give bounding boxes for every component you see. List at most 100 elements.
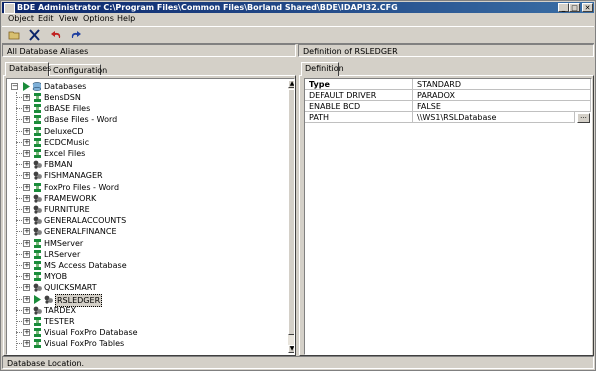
tree-item-label: dBASE Files — [44, 104, 91, 114]
menu-options[interactable]: Options — [83, 14, 114, 24]
property-value[interactable]: FALSE — [413, 101, 591, 112]
expand-icon[interactable]: + — [23, 239, 30, 247]
expand-icon[interactable]: + — [23, 318, 30, 325]
collapse-icon[interactable]: − — [11, 83, 18, 90]
property-value[interactable]: PARADOX — [413, 90, 591, 101]
menu-object[interactable]: Object — [8, 14, 34, 24]
tree-item-label: FoxPro Files - Word — [44, 182, 120, 192]
open-folder-icon[interactable] — [7, 28, 22, 42]
menu-help[interactable]: Help — [117, 14, 135, 24]
expand-icon[interactable]: + — [23, 127, 30, 135]
expand-icon[interactable]: + — [23, 284, 30, 292]
tree-scrollbar[interactable]: ▲ ▼ — [288, 80, 294, 353]
native-database-icon — [33, 227, 42, 236]
tree-item-label: TARDEX — [44, 305, 76, 315]
expand-icon[interactable]: + — [23, 194, 30, 202]
native-database-icon — [33, 306, 42, 315]
menu-edit[interactable]: Edit — [38, 14, 54, 24]
expand-icon[interactable]: + — [23, 295, 30, 303]
odbc-database-icon — [34, 328, 41, 338]
property-value[interactable]: STANDARD — [413, 79, 591, 90]
expand-icon[interactable]: + — [23, 105, 30, 113]
expand-icon[interactable]: + — [23, 172, 30, 180]
expand-icon[interactable]: + — [23, 250, 30, 258]
tree-item-label: MS Access Database — [44, 261, 127, 270]
tree-item-label: FBMAN — [44, 160, 73, 170]
toolbar — [2, 26, 594, 44]
maximize-button[interactable]: □ — [569, 3, 580, 12]
expand-icon[interactable]: + — [23, 217, 30, 225]
native-database-icon — [33, 160, 42, 169]
expand-icon[interactable]: + — [23, 329, 30, 337]
databases-folder-icon — [32, 82, 41, 91]
native-database-icon — [33, 171, 42, 180]
odbc-database-icon — [34, 317, 41, 326]
delete-icon[interactable] — [27, 28, 42, 42]
scroll-down-icon[interactable]: ▼ — [288, 345, 294, 353]
odbc-database-icon — [34, 261, 41, 270]
play-icon — [23, 82, 30, 91]
tab-definition[interactable]: Definition — [301, 62, 344, 76]
close-button[interactable]: ✕ — [582, 3, 593, 12]
app-icon — [4, 3, 15, 14]
odbc-database-icon — [34, 126, 41, 136]
expand-icon[interactable]: + — [23, 206, 30, 213]
tree-item-label: TESTER — [44, 317, 75, 326]
tree-item-label: BensDSN — [44, 93, 81, 102]
tree-root-label: Databases — [44, 82, 87, 91]
window-title: BDE Administrator C:\Program Files\Commo… — [17, 3, 398, 12]
tree-item-label: FRAMEWORK — [44, 193, 97, 203]
expand-icon[interactable]: + — [23, 138, 30, 146]
native-database-icon — [33, 283, 42, 292]
expand-icon[interactable]: + — [23, 306, 30, 314]
property-name: DEFAULT DRIVER — [305, 90, 413, 101]
title-bar[interactable]: BDE Administrator C:\Program Files\Commo… — [2, 2, 594, 14]
tree-item-label: DeluxeCD — [44, 126, 84, 136]
status-bar: Database Location. — [2, 356, 594, 369]
tree-item-label: dBase Files - Word — [44, 115, 118, 125]
odbc-database-icon — [34, 93, 41, 102]
expand-icon[interactable]: + — [23, 340, 30, 348]
expand-icon[interactable]: + — [23, 161, 30, 169]
tree-item-label: HMServer — [44, 238, 84, 248]
database-tree[interactable]: − Databases + BensDSN + dBASE Files + dBase F… — [6, 78, 295, 355]
right-panel-header: Definition of RSLEDGER — [298, 44, 594, 57]
native-database-icon — [33, 216, 42, 225]
tree-item-label: ECDCMusic — [44, 137, 90, 147]
native-database-icon — [33, 194, 42, 203]
left-panel-header: All Database Aliases — [2, 44, 296, 57]
minimize-button[interactable]: _ — [558, 3, 569, 12]
definition-grid[interactable]: Type STANDARD DEFAULT DRIVER PARADOX ENA… — [304, 78, 592, 355]
odbc-database-icon — [34, 272, 41, 282]
expand-icon[interactable]: + — [23, 150, 30, 157]
open-indicator-icon — [34, 294, 41, 304]
menu-view[interactable]: View — [59, 14, 78, 24]
expand-icon[interactable]: + — [23, 228, 30, 236]
tree-item-label: Visual FoxPro Tables — [44, 339, 125, 349]
scroll-thumb[interactable] — [288, 89, 294, 335]
tree-item-label: Visual FoxPro Database — [44, 328, 138, 338]
expand-icon[interactable]: + — [23, 94, 30, 101]
path-input[interactable]: \\WS1\RSLDatabase — [413, 112, 575, 123]
tree-item-label: FISHMANAGER — [44, 171, 103, 181]
expand-icon[interactable]: + — [23, 262, 30, 269]
expand-icon[interactable]: + — [23, 183, 30, 191]
tab-databases[interactable]: Databases — [5, 62, 51, 76]
odbc-database-icon — [34, 339, 41, 349]
app-window: BDE Administrator C:\Program Files\Commo… — [0, 0, 596, 371]
odbc-database-icon — [34, 149, 41, 158]
property-name: Type — [305, 79, 413, 90]
odbc-database-icon — [34, 115, 41, 125]
tree-item-label: MYOB — [44, 272, 68, 282]
redo-icon[interactable] — [68, 28, 83, 42]
expand-icon[interactable]: + — [23, 116, 30, 124]
odbc-database-icon — [34, 137, 41, 147]
property-name: ENABLE BCD — [305, 101, 413, 112]
browse-ellipsis-button[interactable]: ... — [577, 113, 590, 123]
undo-icon[interactable] — [49, 28, 64, 42]
expand-icon[interactable]: + — [23, 273, 30, 281]
odbc-database-icon — [34, 104, 41, 114]
scroll-up-icon[interactable]: ▲ — [288, 80, 294, 88]
tree-item-label: QUICKSMART — [44, 283, 97, 293]
native-database-icon — [44, 295, 53, 304]
